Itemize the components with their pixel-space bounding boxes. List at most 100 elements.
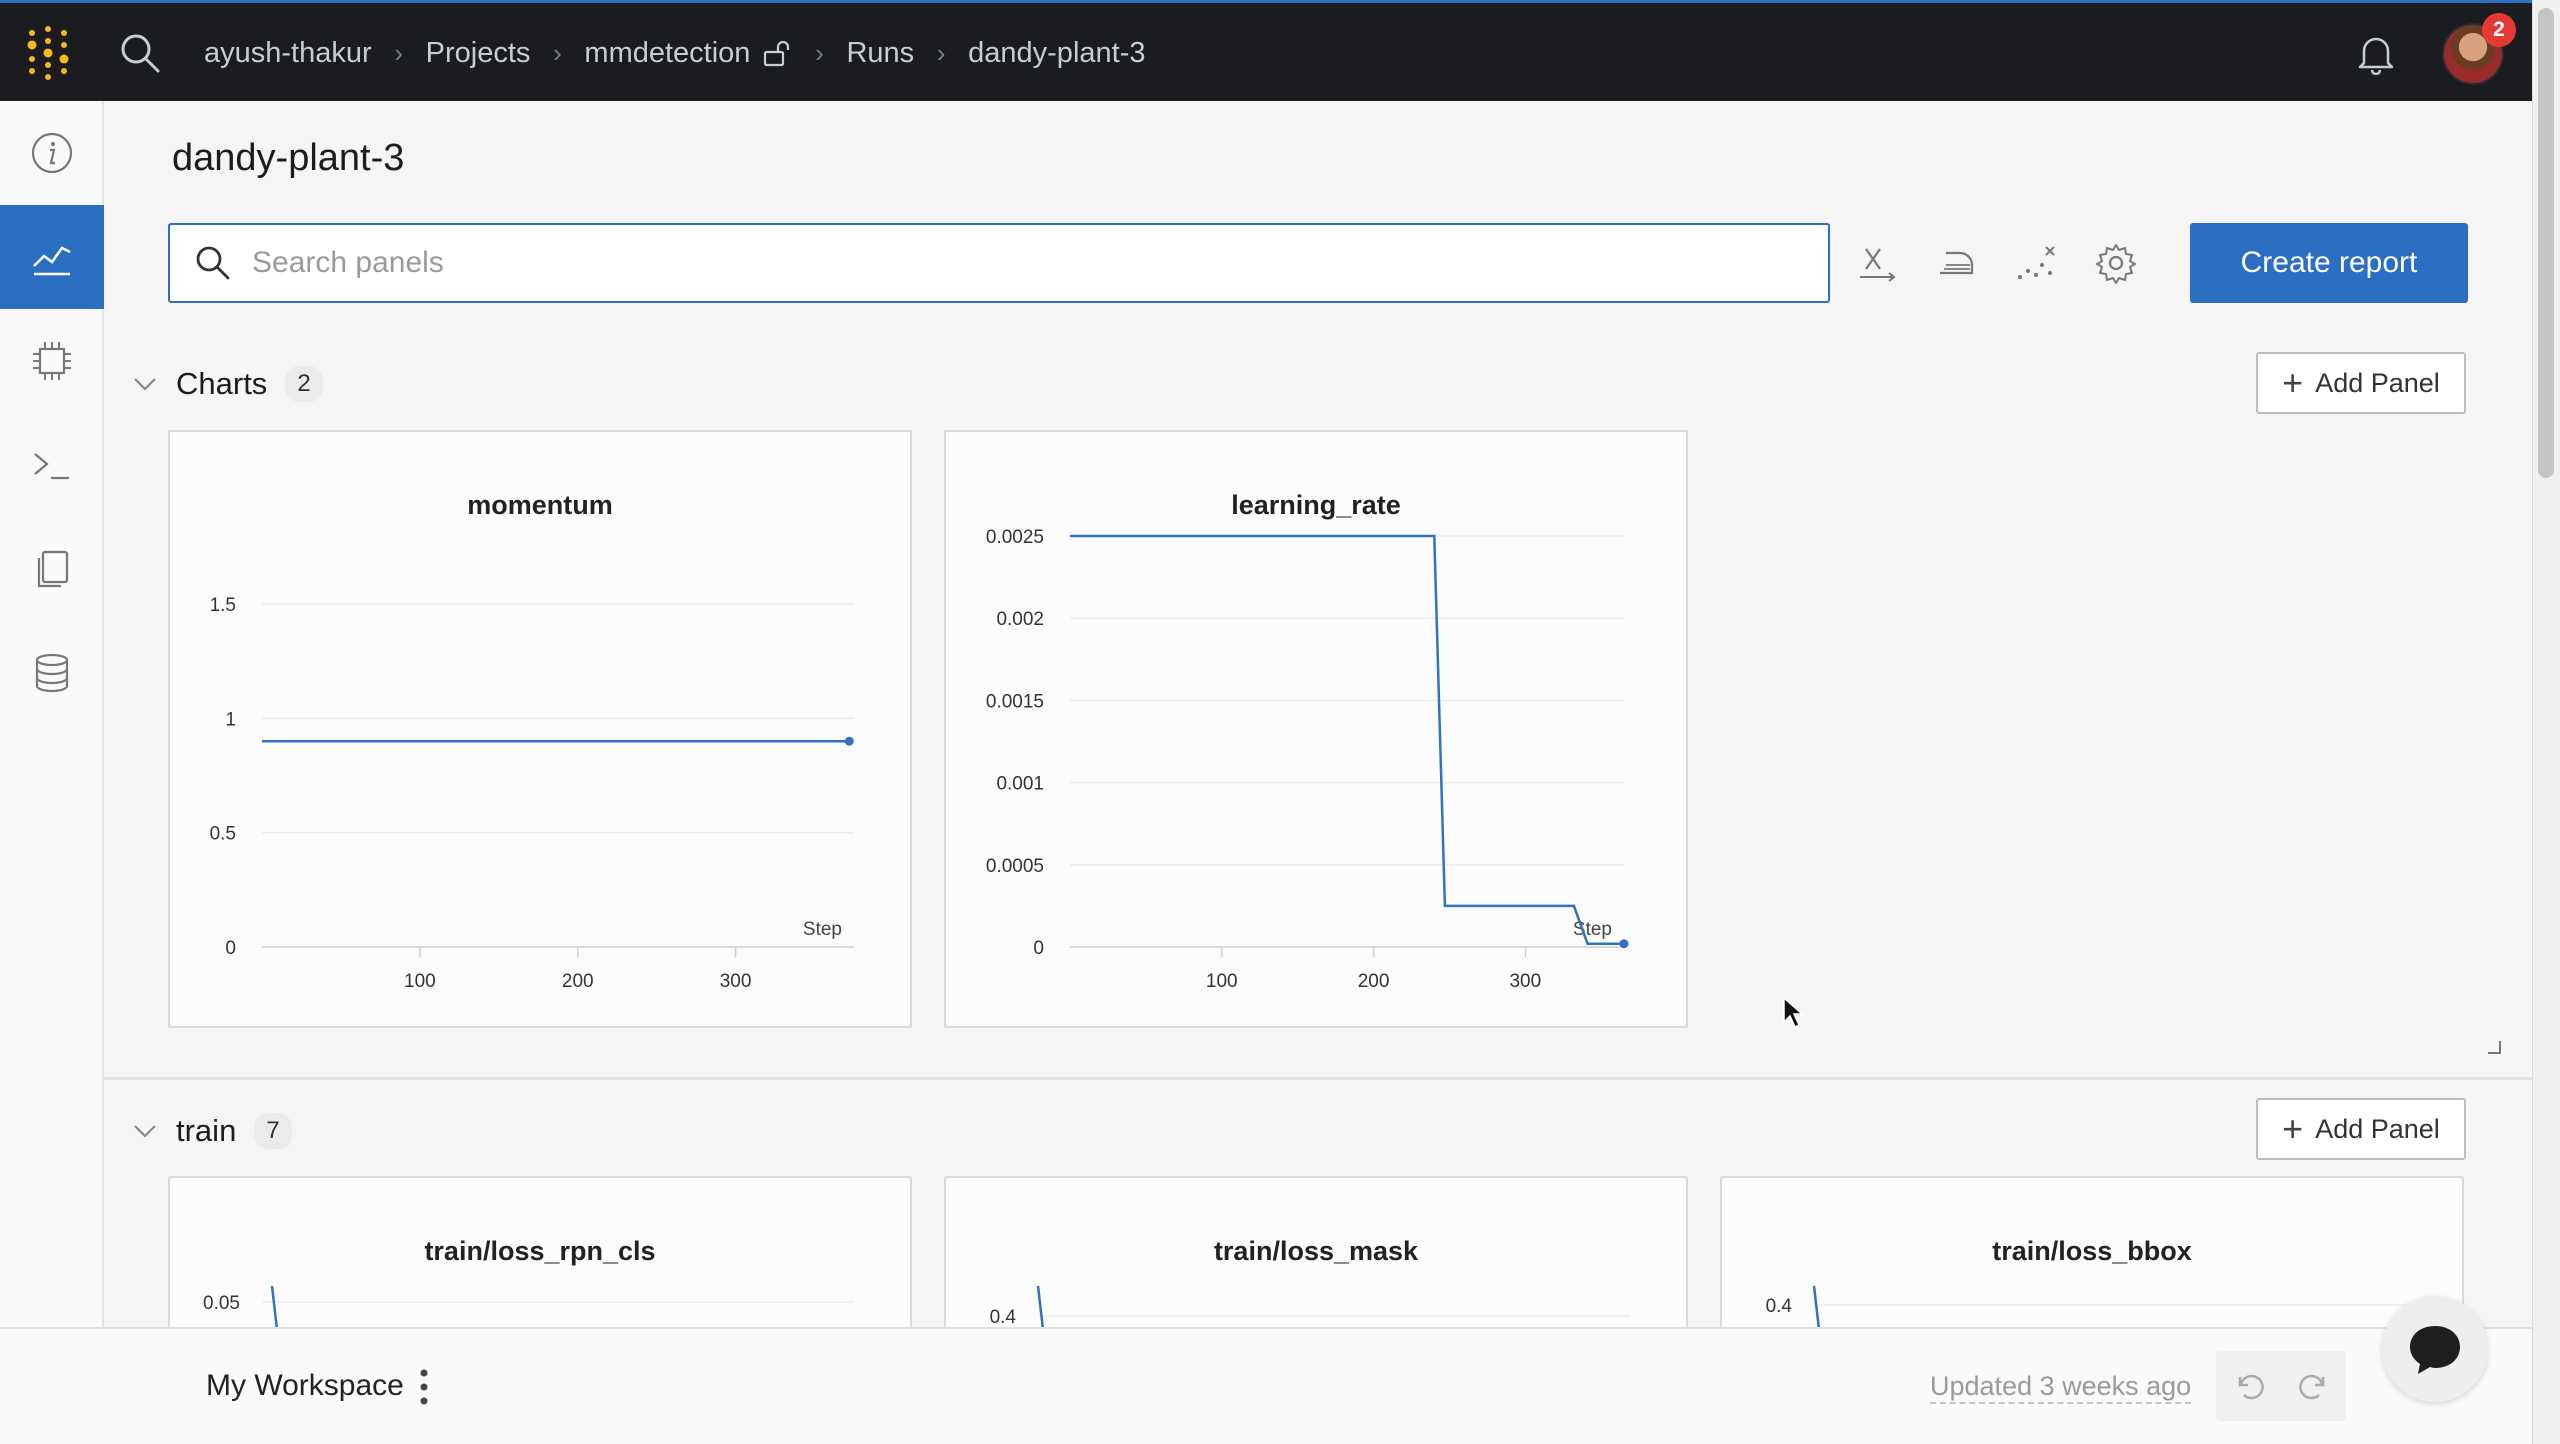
wandb-logo-icon[interactable] [24,25,80,81]
mouse-cursor-icon [1783,996,1804,1029]
add-panel-label: Add Panel [2315,1113,2440,1144]
breadcrumb-run[interactable]: dandy-plant-3 [968,37,1145,70]
y-tick-label: 0.4 [1766,1296,1793,1317]
chart-panel-loss-bbox[interactable]: train/loss_bbox 0.4 [1720,1176,2464,1336]
bell-icon[interactable] [2356,33,2396,75]
search-panels-input[interactable] [252,246,1752,280]
sidebar-item-files[interactable] [0,517,104,621]
y-tick-label: 0.5 [210,824,236,845]
x-tick-label: 300 [1509,971,1541,992]
y-tick-label: 0.001 [996,774,1044,795]
line-chart: 0 0.5 1 1.5 100 200 300 Step [210,595,854,992]
search-icon[interactable] [118,31,162,75]
search-panels-box[interactable] [168,223,1830,303]
cpu-chip-icon [33,342,71,380]
x-tick-label: 300 [720,971,752,992]
undo-icon[interactable] [2232,1369,2266,1403]
y-tick-label: 0.0025 [986,527,1044,548]
chevron-down-icon [134,378,156,391]
breadcrumb: ayush-thakur › Projects › mmdetection › … [204,31,1145,75]
chevron-right-icon: › [553,37,562,68]
series-endpoint [844,736,854,746]
y-tick-label: 0 [1033,938,1044,959]
scatter-outlier-icon [2018,246,2055,279]
line-chart: 0.4 [990,1285,1630,1334]
series-line [1070,534,1624,945]
info-icon [31,132,73,174]
breadcrumb-entity[interactable]: ayush-thakur [204,37,372,70]
chevron-right-icon: › [936,37,946,68]
more-vertical-icon[interactable] [418,1367,430,1407]
main-workspace: dandy-plant-3 Create repor [104,101,2532,1336]
sidebar [0,101,104,1327]
y-tick-label: 0.05 [203,1293,240,1314]
database-icon [35,653,69,693]
section-divider [104,1077,2532,1080]
sidebar-item-system[interactable] [0,309,104,413]
y-tick-label: 0 [225,938,236,959]
plus-icon: + [2282,362,2304,403]
top-navbar: ayush-thakur › Projects › mmdetection › … [0,0,2532,101]
x-tick-label: 200 [562,971,594,992]
breadcrumb-runs[interactable]: Runs [846,37,914,70]
x-tick-label: 100 [404,971,436,992]
workspace-footer: My Workspace Updated 3 weeks ago [0,1327,2532,1444]
plus-icon: + [2282,1108,2304,1149]
search-icon [196,246,230,280]
y-tick-label: 1.5 [210,595,236,616]
x-tick-label: 200 [1358,971,1390,992]
workspace-name[interactable]: My Workspace [206,1369,404,1403]
chevron-down-icon [134,1125,156,1138]
chart-panel-learning-rate[interactable]: learning_rate 0 0.0005 0.001 0.0015 0.002 0.0… [944,430,1688,1028]
add-panel-label: Add Panel [2315,367,2440,398]
chevron-right-icon: › [394,37,403,68]
line-chart: 0.05 [203,1285,854,1334]
files-icon [37,550,69,588]
sidebar-item-artifacts[interactable] [0,621,104,725]
line-chart: 00.00050.0010.00150.0020.0025100 200 300St… [986,527,1629,992]
y-tick-label: 1 [225,709,236,730]
workspace-settings-button[interactable] [2088,235,2144,291]
panel-count-badge: 7 [254,1113,292,1149]
section-header-charts[interactable]: Charts 2 [130,359,323,409]
create-report-button[interactable]: Create report [2190,223,2468,303]
chart-panel-loss-rpn-cls[interactable]: train/loss_rpn_cls 0.05 [168,1176,912,1336]
add-panel-button[interactable]: + Add Panel [2256,1098,2466,1160]
y-tick-label: 0.0005 [986,856,1044,877]
sidebar-item-charts[interactable] [0,205,104,309]
line-chart: 0.4 [1766,1285,2406,1334]
scrollbar-thumb[interactable] [2538,8,2554,478]
iron-icon [1940,251,1974,275]
chart-panel-loss-mask[interactable]: train/loss_mask 0.4 [944,1176,1688,1336]
undo-redo-group [2216,1351,2346,1421]
y-tick-label: 0.0015 [986,691,1044,712]
x-axis-label: Step [803,919,842,940]
breadcrumb-project[interactable]: mmdetection [584,37,750,70]
chevron-right-icon: › [815,37,824,68]
panel-count-badge: 2 [285,366,323,402]
breadcrumb-projects[interactable]: Projects [426,37,531,70]
sidebar-item-overview[interactable] [0,101,104,205]
resize-handle-icon[interactable] [2486,1039,2502,1055]
section-header-train[interactable]: train 7 [130,1106,292,1156]
terminal-icon [34,453,69,480]
section-title: Charts [176,366,268,401]
x-axis-settings-button[interactable] [1850,235,1906,291]
y-tick-label: 0.4 [990,1307,1017,1328]
add-panel-button[interactable]: + Add Panel [2256,352,2466,414]
unlock-icon[interactable] [762,38,792,68]
notification-badge: 2 [2482,13,2516,47]
outliers-button[interactable] [2008,235,2064,291]
chart-panel-momentum[interactable]: momentum 0 0.5 1 1.5 100 200 300 Step [168,430,912,1028]
sidebar-item-logs[interactable] [0,413,104,517]
x-tick-label: 100 [1206,971,1238,992]
line-chart-icon [33,246,71,276]
chat-support-button[interactable] [2382,1296,2488,1402]
updated-timestamp[interactable]: Updated 3 weeks ago [1930,1371,2192,1404]
x-axis-icon [1860,248,1896,282]
smoothing-button[interactable] [1928,235,1984,291]
redo-icon[interactable] [2297,1369,2331,1403]
section-title: train [176,1113,237,1148]
series-endpoint [1619,939,1629,949]
chat-bubble-icon [2410,1326,2460,1374]
